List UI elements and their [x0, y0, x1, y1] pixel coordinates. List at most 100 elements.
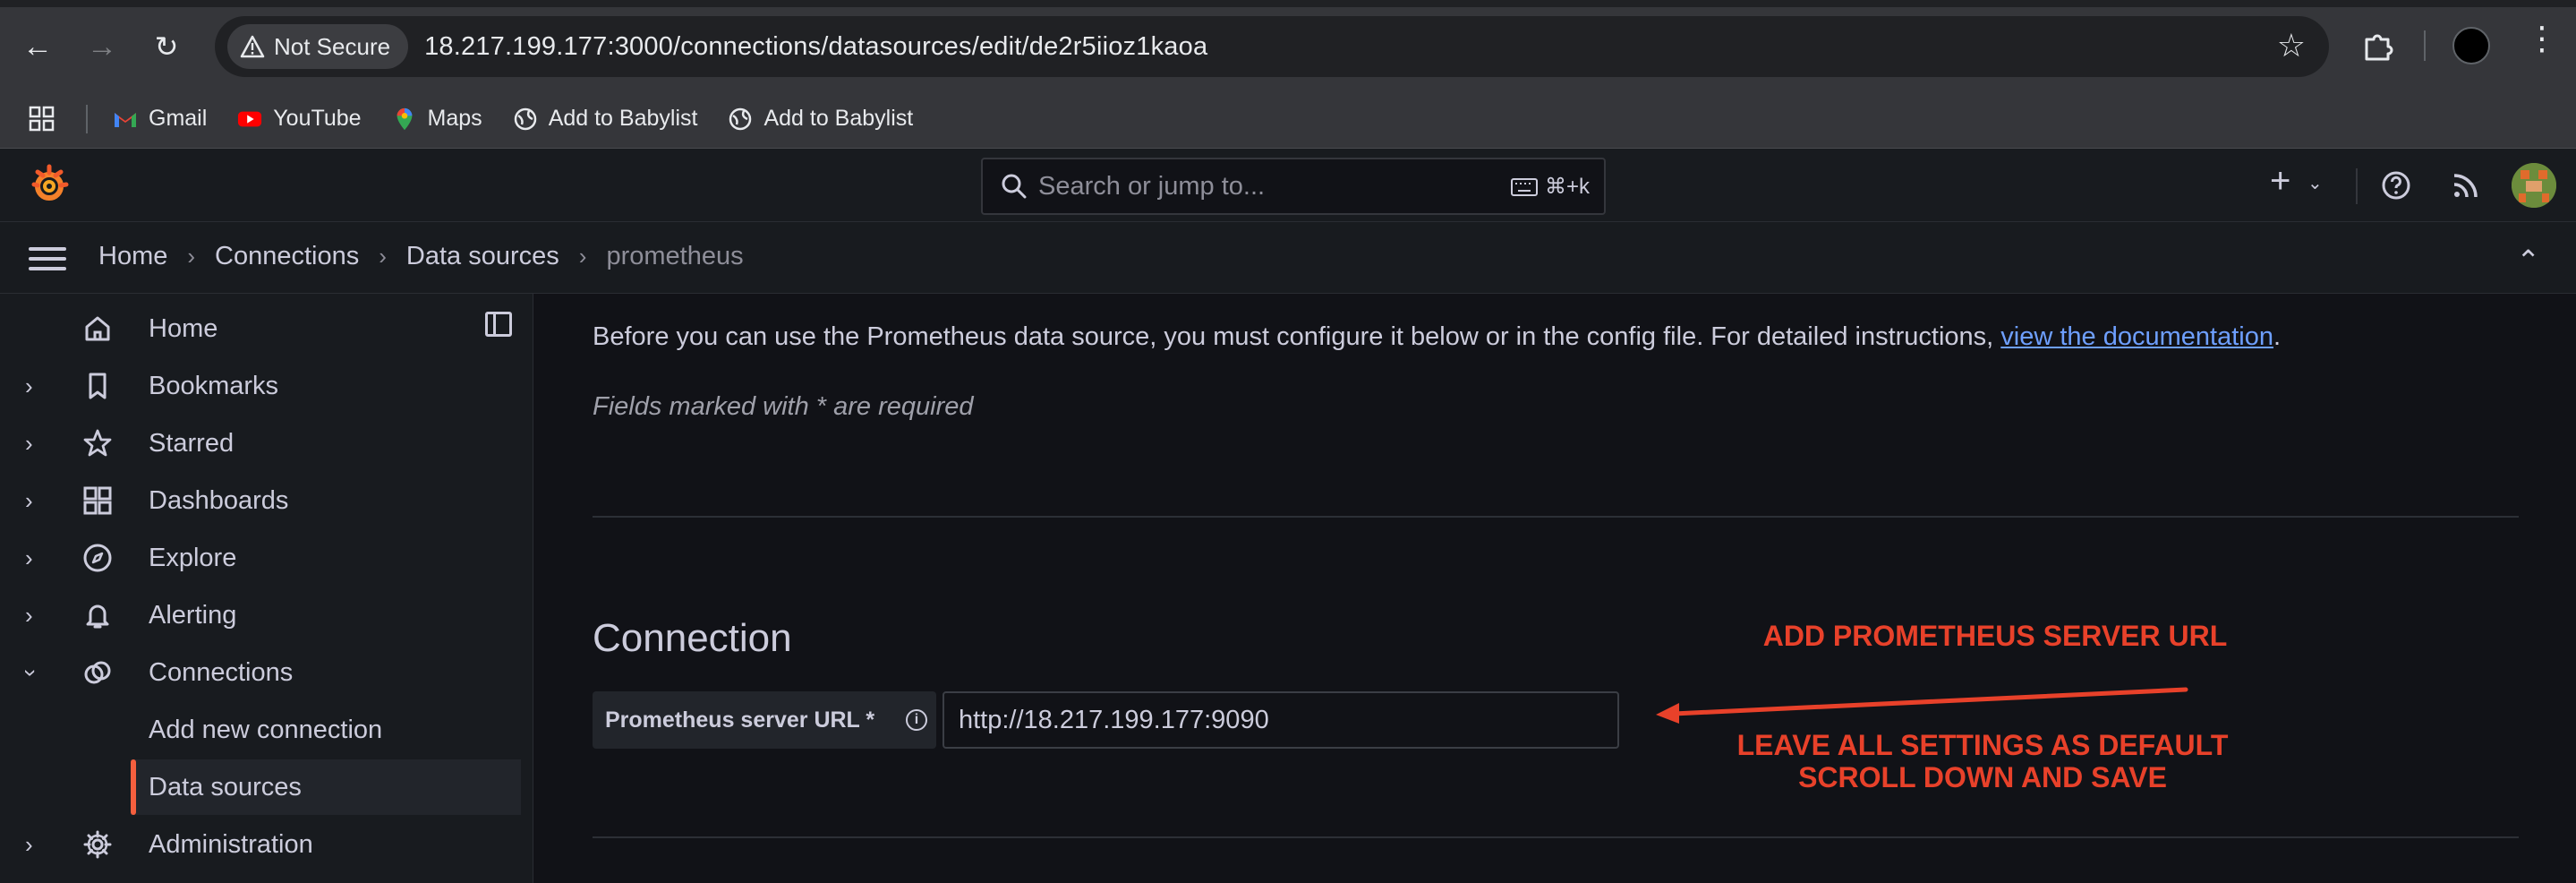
- sidebar-item-label: Connections: [149, 657, 294, 687]
- avatar-pattern-icon: [2512, 163, 2556, 208]
- documentation-link[interactable]: view the documentation: [2000, 322, 2273, 351]
- apps-icon[interactable]: [29, 106, 55, 133]
- back-icon[interactable]: ←: [11, 20, 64, 73]
- breadcrumb-current: prometheus: [606, 242, 744, 270]
- sidebar-item-dashboards[interactable]: › Dashboards: [0, 472, 533, 529]
- url-text[interactable]: 18.217.199.177:3000/connections/datasour…: [424, 32, 1207, 62]
- profile-avatar[interactable]: [2452, 27, 2490, 64]
- chevron-down-icon[interactable]: ›: [17, 669, 45, 677]
- required-fields-note: Fields marked with * are required: [593, 392, 974, 421]
- sidebar-item-label: Bookmarks: [149, 371, 279, 400]
- gear-icon: [83, 830, 112, 859]
- sidebar-subitem-add-new-connection[interactable]: Add new connection: [131, 702, 521, 758]
- youtube-icon: [238, 111, 262, 126]
- connections-icon: [84, 661, 111, 684]
- chevron-right-icon[interactable]: ›: [25, 544, 33, 572]
- news-feed-icon[interactable]: [2451, 170, 2481, 201]
- warning-icon: [240, 35, 265, 58]
- sidebar-item-connections[interactable]: › Connections: [0, 644, 533, 701]
- globe-icon: [514, 107, 536, 130]
- shortcut-text: ⌘+k: [1544, 175, 1590, 199]
- sidebar-item-administration[interactable]: › Administration: [0, 816, 533, 873]
- breadcrumb-connections[interactable]: Connections: [215, 242, 359, 271]
- user-avatar[interactable]: [2512, 163, 2556, 208]
- chevron-right-icon[interactable]: ›: [25, 430, 33, 458]
- breadcrumb-data-sources[interactable]: Data sources: [406, 242, 559, 271]
- extensions-icon[interactable]: [2361, 27, 2397, 63]
- menu-icon[interactable]: [29, 247, 66, 270]
- home-icon: [85, 316, 110, 341]
- sidebar-item-label: Administration: [149, 829, 313, 859]
- sidebar-item-label: Alerting: [149, 600, 237, 630]
- sidebar-item-label: Dashboards: [149, 485, 289, 515]
- sidebar-item-alerting[interactable]: › Alerting: [0, 587, 533, 644]
- chevron-right-icon[interactable]: ›: [25, 602, 33, 630]
- annotation-arrow-icon: [1656, 687, 2188, 724]
- main-content: Before you can use the Prometheus data s…: [534, 294, 2576, 883]
- sidebar-item-explore[interactable]: › Explore: [0, 529, 533, 587]
- bookmark-gmail[interactable]: Gmail: [113, 106, 207, 132]
- star-icon: [83, 429, 112, 457]
- compass-icon: [83, 544, 112, 572]
- sidebar-subitem-label: Add new connection: [149, 715, 383, 744]
- bookmark-star-icon[interactable]: ☆: [2277, 27, 2306, 64]
- keyboard-icon: [1510, 177, 1538, 196]
- browser-toolbar: ← → ↻ Not Secure 18.217.199.177:3000/con…: [0, 0, 2576, 90]
- grafana-logo-icon[interactable]: [27, 163, 72, 208]
- chevron-right-icon[interactable]: ›: [25, 373, 33, 400]
- gmail-icon: [115, 112, 136, 127]
- connection-section-title: Connection: [593, 616, 792, 660]
- sidebar-nav: Home › Bookmarks › Starred › Dashboards …: [0, 294, 533, 883]
- prometheus-url-input[interactable]: [943, 691, 1619, 749]
- sidebar-subitem-label: Data sources: [149, 772, 302, 802]
- chevron-up-icon[interactable]: ⌃: [2516, 244, 2540, 278]
- sidebar-item-home[interactable]: Home: [0, 300, 533, 357]
- search-shortcut: ⌘+k: [1510, 174, 1590, 200]
- globe-icon: [729, 107, 752, 130]
- field-label-text: Prometheus server URL *: [605, 707, 875, 733]
- apps-grid-icon: [29, 106, 55, 131]
- tab-strip: [0, 0, 2576, 7]
- address-bar[interactable]: Not Secure 18.217.199.177:3000/connectio…: [215, 16, 2329, 77]
- dashboards-icon: [83, 486, 112, 515]
- sidebar-item-bookmarks[interactable]: › Bookmarks: [0, 357, 533, 415]
- info-icon[interactable]: i: [906, 709, 927, 731]
- breadcrumb-home[interactable]: Home: [98, 242, 167, 271]
- annotation-add-url: ADD PROMETHEUS SERVER URL: [1762, 620, 2228, 652]
- bookmark-label: Gmail: [149, 106, 208, 131]
- chevron-down-icon[interactable]: ⌄: [2307, 172, 2323, 194]
- sidebar-item-starred[interactable]: › Starred: [0, 415, 533, 472]
- intro-body: Before you can use the Prometheus data s…: [593, 322, 2001, 351]
- bookmark-babylist-1[interactable]: Add to Babylist: [513, 106, 697, 132]
- breadcrumb-separator-icon: ›: [578, 243, 587, 270]
- bookmark-babylist-2[interactable]: Add to Babylist: [728, 106, 913, 132]
- reload-icon[interactable]: ↻: [140, 20, 193, 73]
- search-icon: [1002, 174, 1027, 199]
- bookmarks-bar: Gmail YouTube Maps Add to Babylist Add t…: [0, 90, 2576, 149]
- security-indicator[interactable]: Not Secure: [227, 24, 409, 69]
- forward-icon[interactable]: →: [75, 20, 129, 73]
- help-icon[interactable]: [2381, 170, 2411, 201]
- sidebar-item-label: Starred: [149, 428, 235, 458]
- bookmark-label: Add to Babylist: [763, 106, 914, 131]
- bookmarks-divider: [86, 104, 88, 133]
- grafana-topbar: Search or jump to... ⌘+k + ⌄: [0, 149, 2576, 222]
- bell-icon: [86, 604, 109, 629]
- chevron-right-icon[interactable]: ›: [25, 487, 33, 515]
- prometheus-url-label: Prometheus server URL * i: [593, 691, 936, 749]
- bookmark-icon: [89, 373, 107, 399]
- sidebar-item-label: Explore: [149, 543, 237, 572]
- bookmark-label: Maps: [427, 106, 482, 131]
- intro-end: .: [2273, 322, 2282, 351]
- search-input[interactable]: Search or jump to... ⌘+k: [981, 158, 1606, 215]
- add-icon[interactable]: +: [2270, 161, 2290, 201]
- intro-text: Before you can use the Prometheus data s…: [593, 322, 2281, 352]
- bookmark-youtube[interactable]: YouTube: [237, 106, 362, 132]
- security-label: Not Secure: [274, 32, 391, 60]
- section-divider: [593, 516, 2519, 518]
- bookmark-maps[interactable]: Maps: [392, 106, 482, 132]
- bookmark-label: YouTube: [273, 106, 362, 131]
- more-menu-icon[interactable]: ⋮: [2526, 20, 2558, 57]
- sidebar-subitem-data-sources[interactable]: Data sources: [131, 759, 521, 815]
- chevron-right-icon[interactable]: ›: [25, 831, 33, 859]
